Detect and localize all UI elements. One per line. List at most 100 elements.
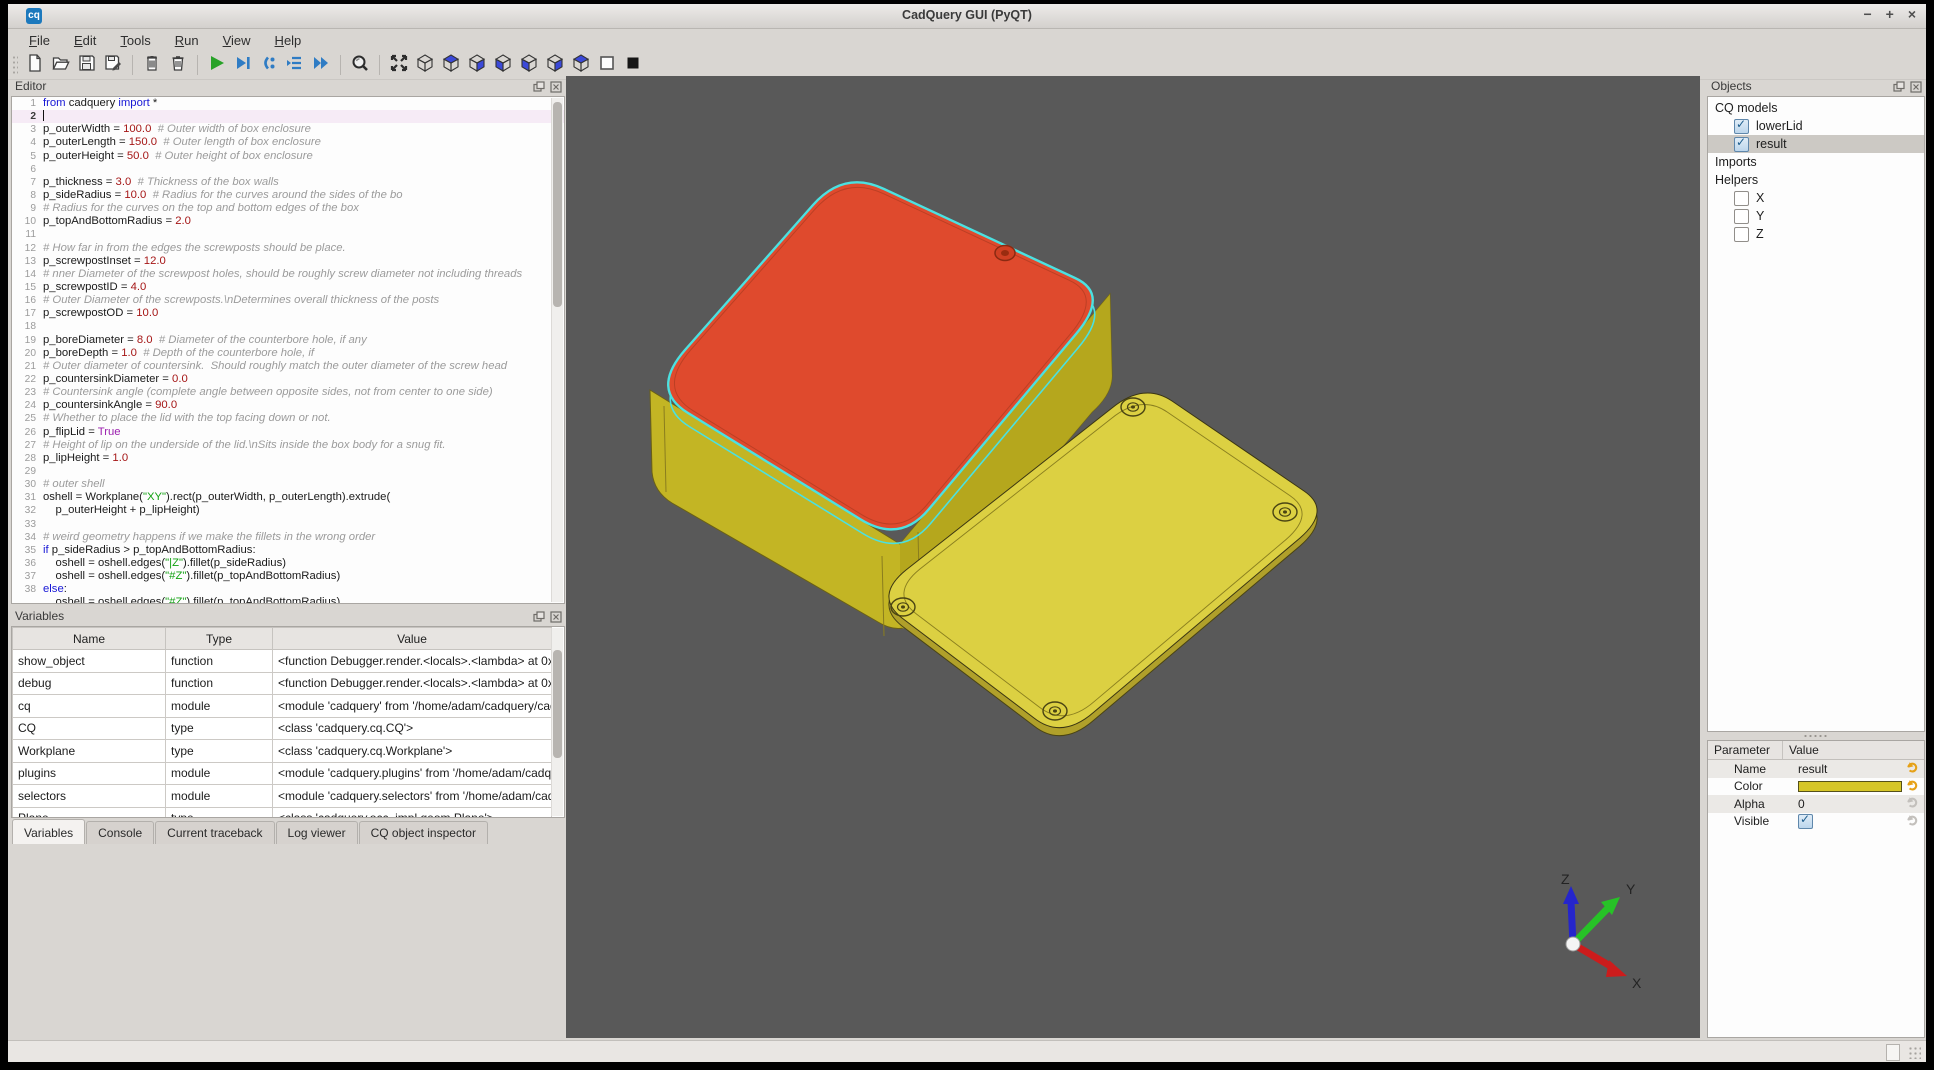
code-line[interactable]: 16# Outer Diameter of the screwposts.\nD… xyxy=(12,294,564,307)
code-line[interactable]: 37 oshell = oshell.edges("#Z").fillet(p_… xyxy=(12,570,564,583)
tab-log-viewer[interactable]: Log viewer xyxy=(276,821,358,844)
code-line[interactable]: 2 xyxy=(12,110,564,123)
table-row[interactable]: pluginsmodule<module 'cadquery.plugins' … xyxy=(13,762,552,785)
variables-column-header[interactable]: Name xyxy=(13,628,166,650)
variables-scrollbar[interactable] xyxy=(551,628,563,816)
code-line[interactable]: 35if p_sideRadius > p_topAndBottomRadius… xyxy=(12,544,564,557)
table-row[interactable]: cqmodule<module 'cadquery' from '/home/a… xyxy=(13,695,552,718)
table-row[interactable]: CQtype<class 'cadquery.cq.CQ'> xyxy=(13,717,552,740)
view-front-button[interactable] xyxy=(490,53,516,77)
code-line[interactable]: 24p_countersinkAngle = 90.0 xyxy=(12,399,564,412)
view-bottom-button[interactable] xyxy=(464,53,490,77)
fit-view-button[interactable] xyxy=(386,53,412,77)
status-button[interactable] xyxy=(1886,1044,1900,1061)
code-line[interactable]: 32 p_outerHeight + p_lipHeight) xyxy=(12,504,564,517)
stop-button[interactable] xyxy=(620,53,646,77)
menu-file[interactable]: File xyxy=(18,31,61,50)
code-line[interactable]: 36 oshell = oshell.edges("|Z").fillet(p_… xyxy=(12,557,564,570)
toolbar-drag-handle[interactable] xyxy=(12,55,18,75)
undo-icon[interactable] xyxy=(1905,778,1921,795)
code-line[interactable]: 1from cadquery import * xyxy=(12,97,564,110)
view-iso-button[interactable] xyxy=(412,53,438,77)
code-line[interactable]: 31oshell = Workplane("XY").rect(p_outerW… xyxy=(12,491,564,504)
code-line[interactable]: 22p_countersinkDiameter = 0.0 xyxy=(12,373,564,386)
save-script-as-button[interactable] xyxy=(100,53,126,77)
table-row[interactable]: Workplanetype<class 'cadquery.cq.Workpla… xyxy=(13,740,552,763)
tab-current-traceback[interactable]: Current traceback xyxy=(155,821,274,844)
clear-objects-button[interactable] xyxy=(165,53,191,77)
y-visibility-checkbox[interactable] xyxy=(1734,209,1749,224)
table-row[interactable]: show_objectfunction<function Debugger.re… xyxy=(13,650,552,673)
x-visibility-checkbox[interactable] xyxy=(1734,191,1749,206)
title-bar[interactable]: cq CadQuery GUI (PyQT) − + × xyxy=(8,4,1926,29)
inspect-button[interactable] xyxy=(347,53,373,77)
view-right-button[interactable] xyxy=(542,53,568,77)
code-editor[interactable]: 1from cadquery import *23p_outerWidth = … xyxy=(12,97,564,603)
new-script-button[interactable] xyxy=(22,53,48,77)
tree-item-cq-models[interactable]: CQ models xyxy=(1708,99,1924,117)
step-over-button[interactable] xyxy=(282,53,308,77)
debug-button[interactable] xyxy=(230,53,256,77)
parameter-row-alpha[interactable]: Alpha0 xyxy=(1708,795,1924,813)
open-script-button[interactable] xyxy=(48,53,74,77)
code-line[interactable]: 21# Outer diameter of countersink. Shoul… xyxy=(12,360,564,373)
code-line[interactable]: 12# How far in from the edges the screwp… xyxy=(12,242,564,255)
code-line[interactable]: 38else: xyxy=(12,583,564,596)
table-row[interactable]: selectorsmodule<module 'cadquery.selecto… xyxy=(13,785,552,808)
parameter-value[interactable] xyxy=(1794,781,1905,792)
resize-grip[interactable] xyxy=(1908,1046,1921,1059)
code-line[interactable]: 20p_boreDepth = 1.0 # Depth of the count… xyxy=(12,347,564,360)
minimize-button[interactable]: − xyxy=(1863,6,1871,22)
save-script-button[interactable] xyxy=(74,53,100,77)
menu-help[interactable]: Help xyxy=(264,31,313,50)
menu-view[interactable]: View xyxy=(212,31,262,50)
code-line[interactable]: 3p_outerWidth = 100.0 # Outer width of b… xyxy=(12,123,564,136)
tab-variables[interactable]: Variables xyxy=(12,819,85,844)
code-line[interactable]: 33 xyxy=(12,518,564,531)
code-line[interactable]: 26p_flipLid = True xyxy=(12,426,564,439)
variables-column-header[interactable]: Type xyxy=(166,628,273,650)
view-left-button[interactable] xyxy=(516,53,542,77)
tree-item-y[interactable]: Y xyxy=(1708,207,1924,225)
visible-checkbox[interactable] xyxy=(1798,814,1813,829)
code-line[interactable]: 19p_boreDiameter = 8.0 # Diameter of the… xyxy=(12,334,564,347)
editor-scrollbar-thumb[interactable] xyxy=(553,102,562,307)
tree-item-helpers[interactable]: Helpers xyxy=(1708,171,1924,189)
parameter-value[interactable]: result xyxy=(1794,762,1905,776)
code-line[interactable]: oshell = oshell.edges("#Z").fillet(p_top… xyxy=(12,596,564,603)
render-button[interactable] xyxy=(204,53,230,77)
table-row[interactable]: Planetype<class 'cadquery.occ_impl.geom.… xyxy=(13,807,552,818)
code-line[interactable]: 4p_outerLength = 150.0 # Outer length of… xyxy=(12,136,564,149)
tab-cq-object-inspector[interactable]: CQ object inspector xyxy=(359,821,488,844)
code-line[interactable]: 8p_sideRadius = 10.0 # Radius for the cu… xyxy=(12,189,564,202)
parameter-value[interactable]: 0 xyxy=(1794,797,1905,811)
undo-icon[interactable] xyxy=(1905,760,1921,777)
code-line[interactable]: 18 xyxy=(12,320,564,333)
view-top-button[interactable] xyxy=(438,53,464,77)
code-line[interactable]: 5p_outerHeight = 50.0 # Outer height of … xyxy=(12,150,564,163)
menu-run[interactable]: Run xyxy=(164,31,210,50)
code-line[interactable]: 11 xyxy=(12,228,564,241)
panel-splitter[interactable] xyxy=(1706,732,1926,740)
code-line[interactable]: 27# Height of lip on the underside of th… xyxy=(12,439,564,452)
editor-scrollbar[interactable] xyxy=(551,98,563,602)
code-line[interactable]: 15p_screwpostID = 4.0 xyxy=(12,281,564,294)
tree-item-result[interactable]: result xyxy=(1708,135,1924,153)
tab-console[interactable]: Console xyxy=(86,821,154,844)
code-line[interactable]: 7p_thickness = 3.0 # Thickness of the bo… xyxy=(12,176,564,189)
view-back-button[interactable] xyxy=(568,53,594,77)
undo-icon[interactable] xyxy=(1905,813,1921,830)
code-line[interactable]: 9# Radius for the curves on the top and … xyxy=(12,202,564,215)
result-visibility-checkbox[interactable] xyxy=(1734,137,1749,152)
parameter-row-color[interactable]: Color xyxy=(1708,778,1924,796)
menu-tools[interactable]: Tools xyxy=(109,31,161,50)
lowerlid-visibility-checkbox[interactable] xyxy=(1734,119,1749,134)
maximize-button[interactable]: + xyxy=(1886,6,1894,22)
tree-item-x[interactable]: X xyxy=(1708,189,1924,207)
view-clip-button[interactable] xyxy=(594,53,620,77)
step-into-button[interactable] xyxy=(256,53,282,77)
tree-item-imports[interactable]: Imports xyxy=(1708,153,1924,171)
code-line[interactable]: 13p_screwpostInset = 12.0 xyxy=(12,255,564,268)
menu-edit[interactable]: Edit xyxy=(63,31,107,50)
tree-item-z[interactable]: Z xyxy=(1708,225,1924,243)
